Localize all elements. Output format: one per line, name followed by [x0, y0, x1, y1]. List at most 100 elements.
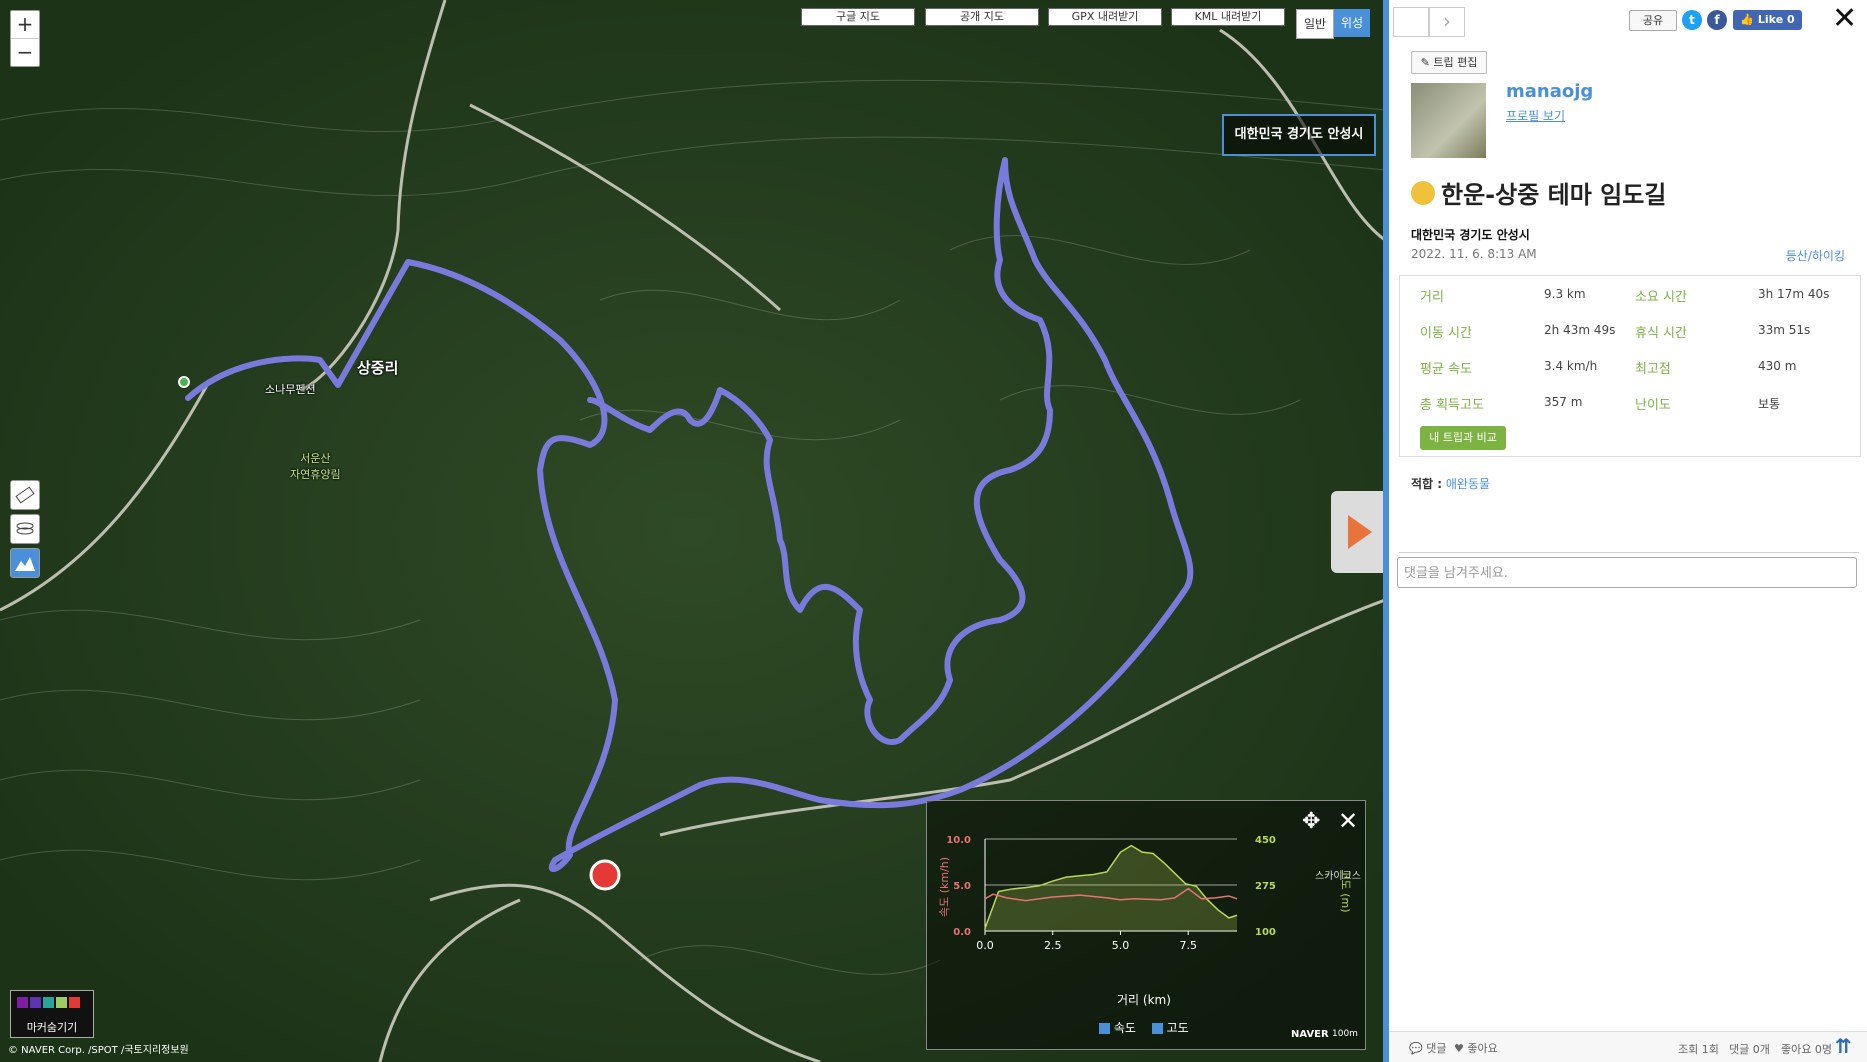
user-avatar[interactable] [1411, 83, 1486, 158]
map-scale: 100m [1332, 1029, 1358, 1039]
legend-elevation-checkbox[interactable] [1151, 1023, 1163, 1034]
trip-region: 대한민국 경기도 안성시 [1411, 228, 1530, 242]
chart-x-axis-label: 거리 (km) [1117, 993, 1171, 1007]
view-count: 조회 1회 [1678, 1043, 1719, 1056]
trip-title: 한운-상중 테마 임도길 [1441, 181, 1667, 209]
chart-x-tick: 5.0 [1112, 939, 1130, 952]
divider-line [1399, 552, 1859, 553]
map-copyright: © NAVER Corp. /SPOT /국토지리정보원 [8, 1045, 189, 1056]
trip-stats-box: 거리 9.3 km 소요 시간 3h 17m 40s 이동 시간 2h 43m … [1399, 275, 1861, 457]
trip-date: 2022. 11. 6. 8:13 AM [1411, 247, 1537, 261]
layers-tool-button[interactable] [10, 514, 40, 544]
google-map-button[interactable]: 구글 지도 [801, 8, 915, 26]
move-icon[interactable]: ✥ [1302, 809, 1320, 834]
facebook-icon[interactable]: f [1707, 10, 1727, 30]
prev-button[interactable] [1393, 7, 1429, 37]
suitable-value-link[interactable]: 애완동물 [1446, 477, 1490, 491]
like-count-label: Like 0 [1757, 13, 1795, 26]
stat-value-max-elevation: 430 m [1758, 359, 1797, 373]
view-profile-link[interactable]: 프로필 보기 [1506, 107, 1565, 124]
mountain-chart-icon [15, 557, 35, 571]
map-label-forest: 서운산 자연휴양림 [290, 452, 341, 481]
speed-elevation-chart: 0.0 5.0 10.0 100 275 450 0.0 2.5 5.0 7.5 [946, 835, 1276, 952]
bottom-bar: 💬 댓글 ♥ 좋아요 조회 1회 댓글 0개 좋아요 0명 ⇈ [1389, 1031, 1867, 1062]
suitable-label: 적합 : [1411, 477, 1443, 491]
elevation-chart-tool-button[interactable] [10, 548, 40, 578]
stat-label-difficulty: 난이도 [1635, 398, 1671, 413]
chart-y-right-tick: 450 [1255, 835, 1276, 846]
kml-download-button[interactable]: KML 내려받기 [1171, 8, 1285, 26]
trip-type-icon [1411, 181, 1435, 205]
legend-speed-checkbox[interactable] [1099, 1023, 1110, 1034]
close-chart-icon[interactable]: ✕ [1338, 807, 1358, 835]
zoom-in-button[interactable]: + [11, 11, 39, 38]
zoom-out-button[interactable]: − [11, 38, 39, 66]
scroll-top-icon[interactable]: ⇈ [1835, 1034, 1852, 1058]
layers-icon [16, 522, 34, 535]
chevron-right-icon: › [1443, 9, 1451, 33]
map-label-sangjung: 상중리 [357, 359, 399, 377]
zoom-control: + − [10, 10, 40, 67]
chart-x-tick: 0.0 [976, 939, 994, 952]
like-count: 좋아요 0명 [1781, 1043, 1832, 1056]
chart-y-left-tick: 0.0 [953, 927, 971, 938]
stat-value-total-time: 3h 17m 40s [1758, 287, 1830, 301]
comment-count: 댓글 0개 [1729, 1043, 1770, 1056]
edit-trip-button[interactable]: ✎ 트립 편집 [1411, 51, 1487, 74]
chart-y-left-tick: 10.0 [946, 835, 971, 846]
chart-y-left-tick: 5.0 [953, 881, 971, 892]
ruler-icon [15, 486, 35, 504]
comments-label: 댓글 [1426, 1042, 1447, 1055]
chart-x-tick: 2.5 [1044, 939, 1062, 952]
comments-button[interactable]: 💬 댓글 [1409, 1040, 1446, 1056]
stat-label-total-time: 소요 시간 [1635, 290, 1687, 305]
close-panel-icon[interactable]: ✕ [1832, 4, 1857, 34]
legend-elevation-label: 고도 [1166, 1021, 1189, 1035]
stat-label-max-elevation: 최고점 [1635, 362, 1671, 377]
stat-label-avg-speed: 평균 속도 [1420, 362, 1472, 377]
play-arrow-icon [1348, 515, 1372, 549]
twitter-icon[interactable]: t [1682, 10, 1702, 30]
edit-trip-label: 트립 편집 [1433, 56, 1478, 69]
stat-value-avg-speed: 3.4 km/h [1544, 359, 1598, 373]
share-button[interactable]: 공유 [1629, 10, 1677, 31]
ruler-tool-button[interactable] [10, 480, 40, 510]
chart-y-right-label: 고도 (m) [1339, 869, 1352, 913]
comment-input[interactable]: 댓글을 남겨주세요. [1397, 557, 1857, 588]
next-button[interactable]: › [1429, 7, 1465, 37]
stat-value-rest-time: 33m 51s [1758, 323, 1811, 337]
chart-y-left-label: 속도 (km/h) [938, 856, 951, 918]
stat-value-distance: 9.3 km [1544, 287, 1586, 301]
marker-toggle-label: 마커숨기기 [26, 1021, 78, 1034]
stat-label-moving-time: 이동 시간 [1420, 326, 1472, 341]
chart-x-tick: 7.5 [1179, 939, 1197, 952]
trip-detail-panel: › 공유 t f 👍 Like 0 ✕ ✎ 트립 편집 manaojg 프로필 … [1389, 0, 1867, 1062]
stat-value-difficulty: 보통 [1758, 397, 1781, 411]
suitable-for: 적합 : 애완동물 [1411, 475, 1490, 492]
gpx-download-button[interactable]: GPX 내려받기 [1048, 8, 1162, 26]
elevation-chart-panel: 0.0 5.0 10.0 100 275 450 0.0 2.5 5.0 7.5 ✥ ✕ 스카이코… [926, 800, 1366, 1050]
chart-y-right-tick: 100 [1255, 927, 1276, 938]
compare-trip-button[interactable]: 내 트립과 비교 [1420, 426, 1506, 450]
stat-label-rest-time: 휴식 시간 [1635, 326, 1687, 341]
marker-toggle-box[interactable]: 마커숨기기 [10, 990, 94, 1038]
facebook-like-button[interactable]: 👍 Like 0 [1733, 10, 1802, 30]
likes-label: 좋아요 [1467, 1042, 1498, 1055]
map-label-pension: 소나무펜션 [265, 383, 316, 396]
panel-toggle-tab[interactable] [1331, 491, 1385, 573]
stat-label-distance: 거리 [1420, 290, 1444, 305]
stat-value-elevation-gain: 357 m [1544, 395, 1583, 409]
stat-label-elevation-gain: 총 획득고도 [1420, 398, 1484, 413]
map-view[interactable]: + − 구글 지도 공개 지도 GPX 내려받기 KML 내려받기 일반 위성 … [0, 0, 1385, 1062]
chart-y-right-tick: 275 [1255, 881, 1276, 892]
legend-speed-label: 속도 [1113, 1021, 1136, 1035]
public-map-button[interactable]: 공개 지도 [925, 8, 1039, 26]
marker-icons [17, 997, 80, 1011]
username-link[interactable]: manaojg [1506, 81, 1593, 102]
location-label: 대한민국 경기도 안성시 [1222, 114, 1376, 156]
trip-category-link[interactable]: 등산/하이킹 [1786, 247, 1845, 264]
maptype-satellite-button[interactable]: 위성 [1334, 9, 1370, 37]
like-button[interactable]: ♥ 좋아요 [1454, 1040, 1498, 1056]
maptype-normal-button[interactable]: 일반 [1296, 9, 1334, 39]
chart-legend: 속도 고도 [1099, 1019, 1189, 1036]
